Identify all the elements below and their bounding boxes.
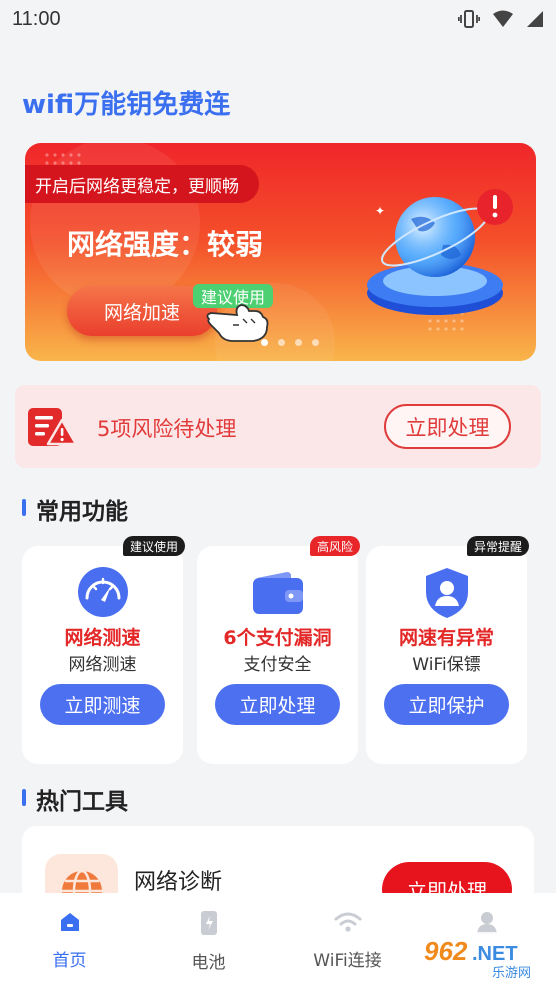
section-title-hot: 热门工具	[22, 782, 128, 816]
risk-count-text: 5项风险待处理	[97, 417, 237, 441]
svg-text:962: 962	[424, 936, 468, 966]
page-dot	[312, 339, 319, 346]
network-strength-text: 网络强度：较弱	[67, 228, 264, 261]
speedometer-icon	[77, 567, 128, 617]
payment-handle-button[interactable]: 立即处理	[215, 684, 340, 725]
status-bar: 11:00	[0, 0, 556, 38]
svg-text:.NET: .NET	[472, 943, 518, 965]
feature-card-wifi-guard[interactable]: 异常提醒 网速有异常 WiFi保镖 立即保护	[366, 536, 529, 764]
banner-page-dots	[261, 339, 319, 346]
globe-illustration: ✦	[367, 189, 513, 315]
battery-icon	[200, 911, 217, 935]
tab-wifi[interactable]: WiFi连接	[278, 893, 417, 988]
feature-badge: 高风险	[309, 536, 360, 556]
feature-subtitle: 支付安全	[243, 655, 312, 675]
feature-title: 网络测速	[64, 627, 141, 649]
feature-title: 网速有异常	[398, 627, 494, 649]
svg-text:乐游网: 乐游网	[492, 966, 531, 981]
cell-signal-icon	[527, 11, 543, 27]
risk-handle-button[interactable]: 立即处理	[384, 404, 511, 449]
svg-text:✦: ✦	[375, 204, 385, 218]
speedtest-button[interactable]: 立即测速	[40, 684, 165, 725]
section-title-common: 常用功能	[22, 492, 128, 526]
feature-subtitle: WiFi保镖	[412, 655, 481, 675]
protect-button[interactable]: 立即保护	[384, 684, 509, 725]
promo-banner[interactable]: 开启后网络更稳定，更顺畅 网络强度：较弱 网络加速 建议使用 ✦	[25, 143, 536, 361]
feature-badge: 异常提醒	[466, 536, 529, 556]
tab-label: 电池	[191, 953, 226, 973]
risk-warning-icon	[28, 408, 78, 446]
signal-wifi-icon	[493, 10, 513, 27]
feature-card-payment[interactable]: 高风险 6个支付漏洞 支付安全 立即处理	[197, 536, 360, 764]
app-title: wifi万能钥免费连	[22, 90, 231, 120]
wallet-icon	[252, 572, 303, 614]
tab-battery[interactable]: 电池	[139, 893, 278, 988]
feature-subtitle: 网络测速	[68, 655, 137, 675]
feature-title: 6个支付漏洞	[223, 627, 332, 649]
pointing-hand-icon	[206, 304, 269, 342]
feature-card-speedtest[interactable]: 建议使用 网络测速 网络测速 立即测速	[22, 536, 185, 764]
tab-home[interactable]: 首页	[0, 893, 139, 988]
page-dot	[295, 339, 302, 346]
banner-pill: 开启后网络更稳定，更顺畅	[25, 165, 259, 203]
risk-card: 5项风险待处理 立即处理	[15, 385, 541, 468]
status-time: 11:00	[12, 7, 61, 30]
page-dot	[278, 339, 285, 346]
vibrate-icon	[458, 10, 480, 28]
tool-name: 网络诊断	[134, 870, 223, 895]
feature-badge: 建议使用	[122, 536, 185, 556]
status-icons	[458, 9, 544, 29]
watermark-logo: 962 .NET 乐游网	[418, 932, 552, 981]
wifi-icon	[334, 912, 361, 932]
page-dot	[261, 339, 268, 346]
tab-label: WiFi连接	[313, 951, 382, 971]
tab-label: 首页	[52, 951, 87, 971]
home-icon	[60, 913, 79, 931]
shield-user-icon	[425, 568, 468, 618]
